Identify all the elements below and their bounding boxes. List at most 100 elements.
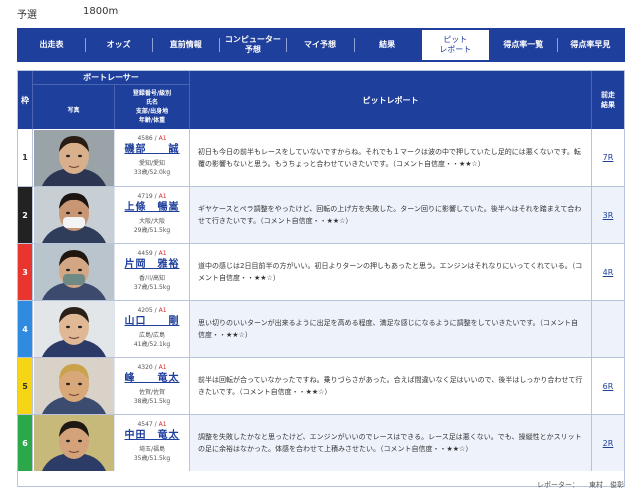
racer-name-link[interactable]: 磯部 誠 [115, 143, 189, 157]
racer-reg-class: 4459 / A1 [115, 249, 189, 258]
waku-number: 1 [18, 129, 33, 186]
racer-photo-cell [33, 244, 115, 300]
table-row: 2 4719 / A1 上條 暢嵩 大阪/大阪 29歳/51.5kg ギヤケースとペラ調整… [18, 186, 624, 243]
racer-age-weight: 37歳/51.5kg [133, 284, 171, 291]
header-photo: 写真 [33, 85, 115, 129]
racer-reg-class: 4320 / A1 [115, 363, 189, 372]
racer-class: A1 [158, 193, 167, 200]
racer-reg-no: 4547 [137, 421, 153, 428]
header-waku: 枠 [18, 71, 33, 129]
racer-class: A1 [158, 250, 167, 257]
nav-tab[interactable]: 得点率一覧 [490, 29, 557, 61]
racer-reg-class: 4719 / A1 [115, 192, 189, 201]
header-info-line: 支部/出身地 [135, 108, 169, 115]
pit-report-comment: ギヤケースとペラ調整をやったけど、回転の上げ方を失敗した。ターン回りに影響してい… [190, 187, 592, 243]
nav-tab[interactable]: ピット レポート [421, 30, 489, 60]
racer-reg-no: 4586 [137, 135, 153, 142]
racer-branch: 香川/高知 [138, 275, 166, 282]
nav-tab[interactable]: オッズ [85, 29, 152, 61]
nav-tab[interactable]: 結果 [353, 29, 421, 61]
waku-number: 3 [18, 244, 33, 300]
race-distance: 1800m [83, 6, 119, 17]
header-pit-report: ピットレポート [190, 71, 592, 129]
nav-tab[interactable]: コンピューター 予想 [219, 29, 286, 61]
racer-photo [33, 187, 114, 243]
racer-name-link[interactable]: 片岡 雅裕 [115, 258, 189, 272]
reporter-label: レポーター： [537, 481, 579, 489]
table-row: 3 4459 / A1 片岡 雅裕香川/高知 37歳/51.5kg 道中の感じは2日目前… [18, 243, 624, 300]
racer-photo [33, 415, 114, 471]
nav-tab[interactable]: 出走表 [18, 29, 85, 61]
pit-report-comment: 初日も今日の前半もレースをしていないですからね。それでも１マークは波の中で押して… [190, 129, 592, 186]
racer-photo [33, 301, 114, 357]
racer-name-link[interactable]: 山口 剛 [115, 315, 189, 329]
racer-photo-cell [33, 129, 115, 186]
racer-info: 4320 / A1 峰 竜太佐賀/佐賀 38歳/51.5kg [115, 358, 190, 414]
racer-class: A1 [158, 421, 167, 428]
pit-report-comment: 前半は回転が合っていなかったですね。乗りづらさがあった。合えば間違いなく足はいい… [190, 358, 592, 414]
racer-reg-no: 4320 [137, 364, 153, 371]
racer-info: 4586 / A1 磯部 誠愛知/愛知 33歳/52.0kg [115, 129, 190, 186]
previous-race-link [592, 301, 624, 357]
racer-reg-class: 4547 / A1 [115, 420, 189, 429]
racer-info: 4205 / A1 山口 剛広島/広島 41歳/52.1kg [115, 301, 190, 357]
header-info-line: 年齢/体重 [138, 117, 166, 124]
pit-report-table: 枠 ボートレーサー 写真 登録番号/級別 氏名 支部/出身地 年齢/体重 ピット… [17, 70, 625, 487]
racer-age-weight: 38歳/51.5kg [133, 398, 171, 405]
reporter-credit: レポーター： 東村 俊彰 [537, 480, 624, 490]
table-row: 5 4320 / A1 峰 竜太佐賀/佐賀 38歳/51.5kg 前半は回転が合っていな… [18, 357, 624, 414]
previous-race-link[interactable]: 7R [592, 129, 624, 186]
reporter-name: 東村 俊彰 [589, 481, 624, 489]
racer-branch: 大阪/大阪 [138, 218, 166, 225]
racer-class: A1 [158, 135, 167, 142]
waku-number: 2 [18, 187, 33, 243]
racer-class: A1 [158, 307, 167, 314]
previous-race-link[interactable]: 3R [592, 187, 624, 243]
racer-photo [33, 358, 114, 414]
pit-report-comment: 道中の感じは2日目前半の方がいい。初日よりターンの押しもあったと思う。エンジンは… [190, 244, 592, 300]
racer-name-link[interactable]: 上條 暢嵩 [115, 201, 189, 215]
nav-tab[interactable]: マイ予想 [286, 29, 353, 61]
nav-tab[interactable]: 直前情報 [152, 29, 219, 61]
header-info-line: 登録番号/級別 [132, 90, 172, 97]
race-nav-tabs: 出走表 オッズ 直前情報 コンピューター 予想 マイ予想 結果 ピット レポート 得点率一覧得… [17, 28, 625, 62]
header-prev-line: 結果 [601, 101, 615, 109]
waku-number: 6 [18, 415, 33, 471]
pit-report-comment: 思い切りのいいターンが出来るように出足を高める程度、満足な感じになるように調整を… [190, 301, 592, 357]
table-header: 枠 ボートレーサー 写真 登録番号/級別 氏名 支部/出身地 年齢/体重 ピット… [18, 71, 624, 129]
pit-report-comment: 調整を失敗したかなと思ったけど、エンジンがいいのでレースはできる。レース足は悪く… [190, 415, 592, 471]
waku-number: 4 [18, 301, 33, 357]
racer-name-link[interactable]: 峰 竜太 [115, 372, 189, 386]
nav-tab[interactable]: 得点率早見 [556, 29, 624, 61]
waku-number: 5 [18, 358, 33, 414]
header-info-line: 氏名 [145, 99, 158, 106]
racer-age-weight: 35歳/51.5kg [133, 455, 171, 462]
header-boat-racer: ボートレーサー [33, 71, 190, 85]
header-prev-line: 前走 [601, 91, 615, 99]
racer-branch: 佐賀/佐賀 [138, 389, 166, 396]
race-label: 予選 [17, 10, 37, 21]
racer-photo [33, 244, 114, 300]
racer-photo-cell [33, 415, 115, 471]
racer-photo-cell [33, 358, 115, 414]
racer-reg-no: 4719 [137, 193, 153, 200]
racer-info: 4459 / A1 片岡 雅裕香川/高知 37歳/51.5kg [115, 244, 190, 300]
racer-branch: 埼玉/福島 [138, 446, 166, 453]
racer-photo-cell [33, 187, 115, 243]
previous-race-link[interactable]: 2R [592, 415, 624, 471]
racer-age-weight: 41歳/52.1kg [133, 341, 171, 348]
racer-branch: 愛知/愛知 [138, 160, 166, 167]
racer-class: A1 [158, 364, 167, 371]
previous-race-link[interactable]: 4R [592, 244, 624, 300]
racer-reg-no: 4205 [137, 307, 153, 314]
table-body: 1 4586 / A1 磯部 誠愛知/愛知 33歳/52.0kg 初日も今日の前半もレー… [18, 129, 624, 471]
header-previous-result: 前走 結果 [592, 71, 624, 129]
previous-race-link[interactable]: 6R [592, 358, 624, 414]
table-row: 6 4547 / A1 中田 竜太埼玉/福島 35歳/51.5kg 調整を失敗したかなと… [18, 414, 624, 471]
racer-age-weight: 33歳/52.0kg [133, 169, 171, 176]
header-racer-info: 登録番号/級別 氏名 支部/出身地 年齢/体重 [115, 85, 190, 129]
racer-name-link[interactable]: 中田 竜太 [115, 429, 189, 443]
racer-reg-class: 4586 / A1 [115, 134, 189, 143]
racer-photo [33, 129, 114, 186]
racer-reg-class: 4205 / A1 [115, 306, 189, 315]
